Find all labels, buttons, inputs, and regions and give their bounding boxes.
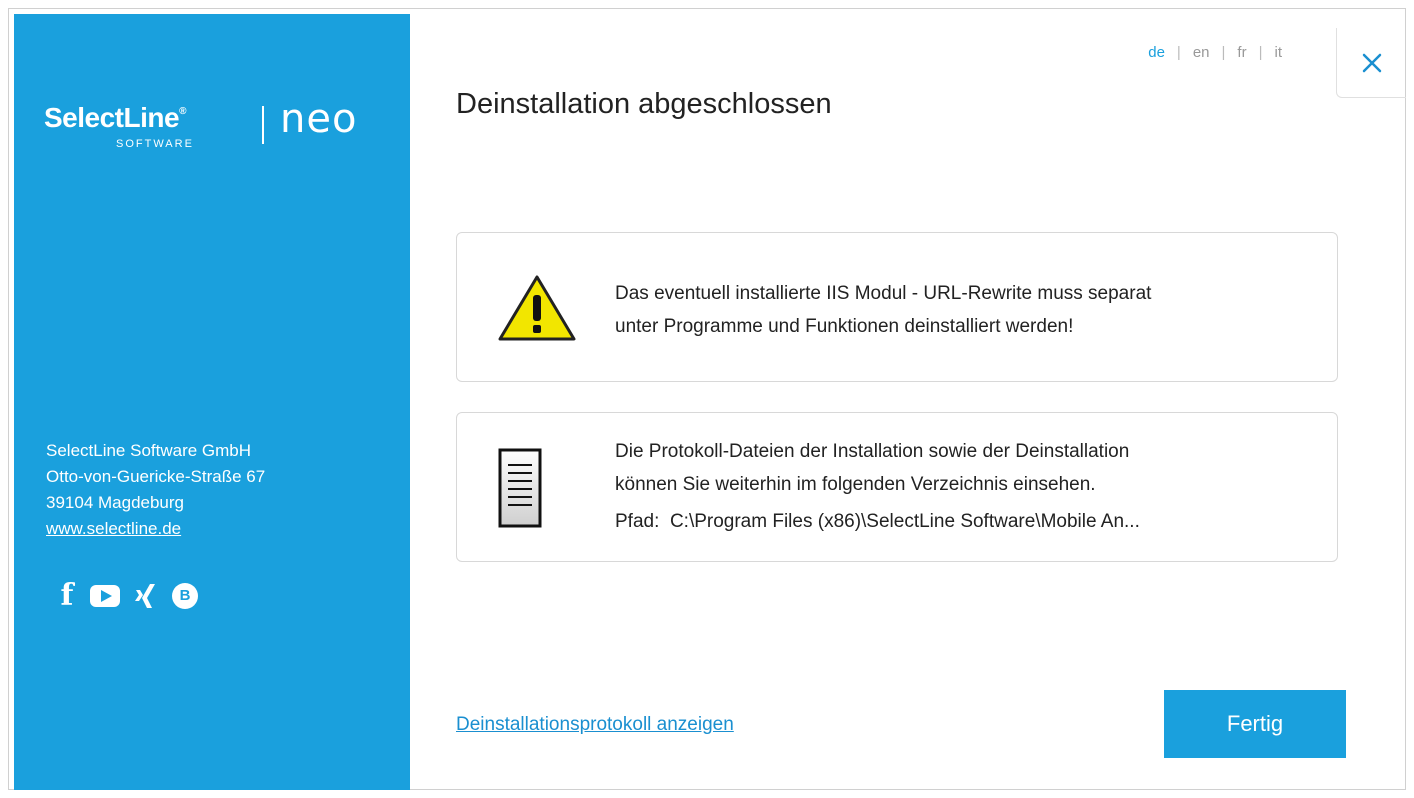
company-address: SelectLine Software GmbH Otto-von-Gueric… bbox=[46, 438, 265, 542]
show-uninstall-log-link[interactable]: Deinstallationsprotokoll anzeigen bbox=[456, 714, 734, 736]
lang-en[interactable]: en bbox=[1187, 44, 1216, 61]
logo-sub: SOFTWARE bbox=[116, 138, 194, 150]
website-link[interactable]: www.selectline.de bbox=[46, 516, 265, 542]
path-label: Pfad: bbox=[615, 511, 660, 532]
logo-brand: SelectLine® bbox=[44, 102, 186, 133]
logo-divider bbox=[262, 106, 264, 144]
company-street: Otto-von-Guericke-Straße 67 bbox=[46, 467, 266, 486]
youtube-icon[interactable] bbox=[90, 584, 120, 607]
sidebar: SelectLine® SOFTWARE neo SelectLine Soft… bbox=[14, 14, 410, 790]
lang-separator: | bbox=[1176, 44, 1181, 61]
xing-icon[interactable] bbox=[134, 582, 158, 610]
close-button[interactable] bbox=[1336, 28, 1406, 98]
main-panel: de | en | fr | it Deinstallation abgesch… bbox=[410, 14, 1406, 790]
close-icon bbox=[1362, 53, 1381, 72]
company-city: 39104 Magdeburg bbox=[46, 493, 185, 512]
warning-line-1: Das eventuell installierte IIS Modul - U… bbox=[615, 283, 1152, 304]
language-switcher: de | en | fr | it bbox=[1142, 44, 1288, 61]
logs-text: Die Protokoll-Dateien der Installation s… bbox=[615, 435, 1140, 538]
warning-line-2: unter Programme und Funktionen deinstall… bbox=[615, 316, 1074, 337]
path-value: C:\Program Files (x86)\SelectLine Softwa… bbox=[669, 511, 1140, 532]
warning-icon bbox=[497, 273, 577, 348]
warning-card: Das eventuell installierte IIS Modul - U… bbox=[456, 232, 1338, 382]
social-links: f B bbox=[58, 578, 198, 613]
company-name: SelectLine Software GmbH bbox=[46, 441, 252, 460]
blog-icon[interactable]: B bbox=[172, 582, 198, 609]
lang-fr[interactable]: fr bbox=[1231, 44, 1252, 61]
logo-product: neo bbox=[280, 96, 358, 142]
facebook-icon[interactable]: f bbox=[58, 578, 76, 613]
lang-it[interactable]: it bbox=[1269, 44, 1289, 61]
lang-separator: | bbox=[1258, 44, 1263, 61]
logs-line-2: können Sie weiterhin im folgenden Verzei… bbox=[615, 474, 1096, 495]
document-icon bbox=[497, 447, 543, 534]
xing-icon-svg bbox=[135, 583, 155, 608]
page-title: Deinstallation abgeschlossen bbox=[456, 88, 832, 120]
warning-text: Das eventuell installierte IIS Modul - U… bbox=[615, 277, 1151, 343]
logs-card: Die Protokoll-Dateien der Installation s… bbox=[456, 412, 1338, 562]
lang-separator: | bbox=[1221, 44, 1226, 61]
logs-line-1: Die Protokoll-Dateien der Installation s… bbox=[615, 441, 1130, 462]
logs-path: Pfad: C:\Program Files (x86)\SelectLine … bbox=[615, 505, 1140, 538]
lang-de[interactable]: de bbox=[1142, 44, 1171, 61]
finish-button[interactable]: Fertig bbox=[1164, 690, 1346, 758]
